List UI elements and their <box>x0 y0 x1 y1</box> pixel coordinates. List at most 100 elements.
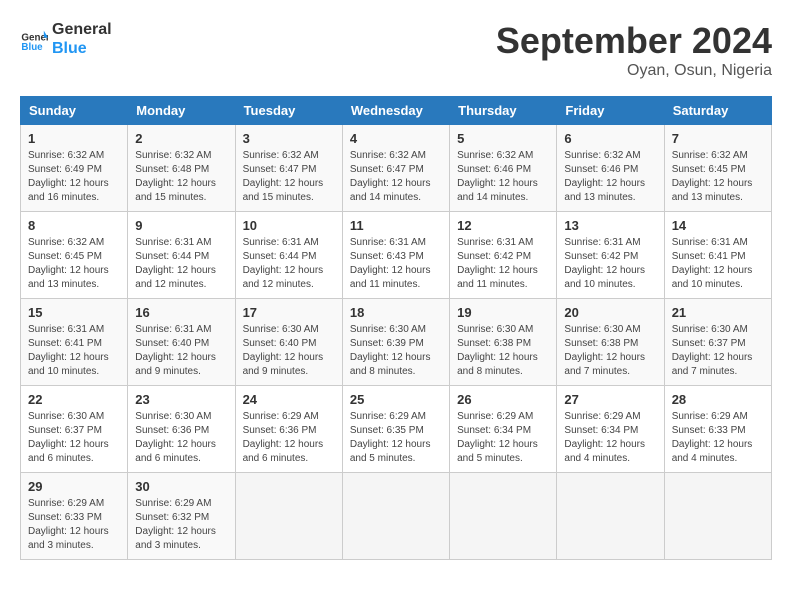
calendar-cell: 27 Sunrise: 6:29 AM Sunset: 6:34 PM Dayli… <box>557 386 664 473</box>
calendar-cell: 6Sunrise: 6:32 AM Sunset: 6:46 PM Daylig… <box>557 125 664 212</box>
day-number: 2 <box>135 131 227 146</box>
calendar-cell: 1 Sunrise: 6:32 AM Sunset: 6:49 PM Daylig… <box>21 125 128 212</box>
day-number: 30 <box>135 479 227 494</box>
day-number: 11 <box>350 218 442 233</box>
calendar-cell: 9 Sunrise: 6:31 AM Sunset: 6:44 PM Daylig… <box>128 212 235 299</box>
day-number: 26 <box>457 392 549 407</box>
day-info: Sunrise: 6:31 AM Sunset: 6:40 PM Dayligh… <box>135 323 227 379</box>
calendar-cell: 8Sunrise: 6:32 AM Sunset: 6:45 PM Daylig… <box>21 212 128 299</box>
day-info: Sunrise: 6:31 AM Sunset: 6:44 PM Dayligh… <box>243 236 335 292</box>
day-number: 8 <box>28 218 120 233</box>
calendar-cell: 19 Sunrise: 6:30 AM Sunset: 6:38 PM Dayli… <box>450 299 557 386</box>
day-number: 28 <box>672 392 764 407</box>
day-number: 9 <box>135 218 227 233</box>
day-number: 22 <box>28 392 120 407</box>
day-number: 4 <box>350 131 442 146</box>
day-header-saturday: Saturday <box>664 97 771 125</box>
day-info: Sunrise: 6:30 AM Sunset: 6:37 PM Dayligh… <box>28 410 120 466</box>
calendar-cell: 3 Sunrise: 6:32 AM Sunset: 6:47 PM Daylig… <box>235 125 342 212</box>
day-number: 17 <box>243 305 335 320</box>
day-number: 19 <box>457 305 549 320</box>
day-number: 23 <box>135 392 227 407</box>
calendar-cell: 20 Sunrise: 6:30 AM Sunset: 6:38 PM Dayli… <box>557 299 664 386</box>
calendar-cell: 22 Sunrise: 6:30 AM Sunset: 6:37 PM Dayli… <box>21 386 128 473</box>
calendar-cell: 26Sunrise: 6:29 AM Sunset: 6:34 PM Dayli… <box>450 386 557 473</box>
day-info: Sunrise: 6:29 AM Sunset: 6:35 PM Dayligh… <box>350 410 442 466</box>
day-info: Sunrise: 6:31 AM Sunset: 6:41 PM Dayligh… <box>672 236 764 292</box>
day-number: 16 <box>135 305 227 320</box>
day-number: 20 <box>564 305 656 320</box>
day-number: 1 <box>28 131 120 146</box>
calendar-cell: 13 Sunrise: 6:31 AM Sunset: 6:42 PM Dayli… <box>557 212 664 299</box>
day-number: 15 <box>28 305 120 320</box>
day-info: Sunrise: 6:31 AM Sunset: 6:42 PM Dayligh… <box>457 236 549 292</box>
day-number: 21 <box>672 305 764 320</box>
day-info: Sunrise: 6:30 AM Sunset: 6:38 PM Dayligh… <box>457 323 549 379</box>
day-info: Sunrise: 6:32 AM Sunset: 6:45 PM Dayligh… <box>672 149 764 205</box>
logo-icon: General Blue <box>20 25 48 53</box>
logo-line1: General <box>52 20 112 39</box>
day-info: Sunrise: 6:30 AM Sunset: 6:40 PM Dayligh… <box>243 323 335 379</box>
calendar-cell: 23 Sunrise: 6:30 AM Sunset: 6:36 PM Dayli… <box>128 386 235 473</box>
calendar-cell: 12 Sunrise: 6:31 AM Sunset: 6:42 PM Dayli… <box>450 212 557 299</box>
calendar-cell: 16 Sunrise: 6:31 AM Sunset: 6:40 PM Dayli… <box>128 299 235 386</box>
day-info: Sunrise: 6:31 AM Sunset: 6:41 PM Dayligh… <box>28 323 120 379</box>
day-number: 7 <box>672 131 764 146</box>
calendar-week-4: 22 Sunrise: 6:30 AM Sunset: 6:37 PM Dayli… <box>21 386 772 473</box>
calendar-cell: 14 Sunrise: 6:31 AM Sunset: 6:41 PM Dayli… <box>664 212 771 299</box>
day-info: Sunrise: 6:31 AM Sunset: 6:44 PM Dayligh… <box>135 236 227 292</box>
day-number: 14 <box>672 218 764 233</box>
day-header-wednesday: Wednesday <box>342 97 449 125</box>
day-number: 29 <box>28 479 120 494</box>
day-info: Sunrise: 6:32 AM Sunset: 6:49 PM Dayligh… <box>28 149 120 205</box>
calendar-cell: 18Sunrise: 6:30 AM Sunset: 6:39 PM Dayli… <box>342 299 449 386</box>
calendar-cell: 11 Sunrise: 6:31 AM Sunset: 6:43 PM Dayli… <box>342 212 449 299</box>
day-number: 6 <box>564 131 656 146</box>
calendar-cell: 25 Sunrise: 6:29 AM Sunset: 6:35 PM Dayli… <box>342 386 449 473</box>
day-number: 13 <box>564 218 656 233</box>
day-header-friday: Friday <box>557 97 664 125</box>
calendar-cell <box>342 473 449 560</box>
month-title: September 2024 <box>496 20 772 62</box>
day-info: Sunrise: 6:29 AM Sunset: 6:33 PM Dayligh… <box>28 497 120 553</box>
day-info: Sunrise: 6:32 AM Sunset: 6:47 PM Dayligh… <box>243 149 335 205</box>
calendar-cell <box>235 473 342 560</box>
calendar-week-5: 29 Sunrise: 6:29 AM Sunset: 6:33 PM Dayli… <box>21 473 772 560</box>
calendar-cell: 29 Sunrise: 6:29 AM Sunset: 6:33 PM Dayli… <box>21 473 128 560</box>
calendar-cell <box>557 473 664 560</box>
day-number: 10 <box>243 218 335 233</box>
calendar-table: SundayMondayTuesdayWednesdayThursdayFrid… <box>20 96 772 560</box>
logo: General Blue General Blue <box>20 20 112 58</box>
day-header-thursday: Thursday <box>450 97 557 125</box>
calendar-week-1: 1 Sunrise: 6:32 AM Sunset: 6:49 PM Daylig… <box>21 125 772 212</box>
calendar-cell: 21 Sunrise: 6:30 AM Sunset: 6:37 PM Dayli… <box>664 299 771 386</box>
day-info: Sunrise: 6:29 AM Sunset: 6:33 PM Dayligh… <box>672 410 764 466</box>
day-header-sunday: Sunday <box>21 97 128 125</box>
day-number: 27 <box>564 392 656 407</box>
logo-line2: Blue <box>52 39 112 58</box>
calendar-cell: 17 Sunrise: 6:30 AM Sunset: 6:40 PM Dayli… <box>235 299 342 386</box>
calendar-cell: 30Sunrise: 6:29 AM Sunset: 6:32 PM Dayli… <box>128 473 235 560</box>
day-header-tuesday: Tuesday <box>235 97 342 125</box>
calendar-cell: 28 Sunrise: 6:29 AM Sunset: 6:33 PM Dayli… <box>664 386 771 473</box>
title-block: September 2024 Oyan, Osun, Nigeria <box>496 20 772 80</box>
day-info: Sunrise: 6:30 AM Sunset: 6:36 PM Dayligh… <box>135 410 227 466</box>
calendar-cell: 5Sunrise: 6:32 AM Sunset: 6:46 PM Daylig… <box>450 125 557 212</box>
day-info: Sunrise: 6:32 AM Sunset: 6:47 PM Dayligh… <box>350 149 442 205</box>
location: Oyan, Osun, Nigeria <box>496 62 772 80</box>
calendar-cell: 10 Sunrise: 6:31 AM Sunset: 6:44 PM Dayli… <box>235 212 342 299</box>
day-info: Sunrise: 6:31 AM Sunset: 6:42 PM Dayligh… <box>564 236 656 292</box>
day-info: Sunrise: 6:29 AM Sunset: 6:36 PM Dayligh… <box>243 410 335 466</box>
day-number: 25 <box>350 392 442 407</box>
day-header-monday: Monday <box>128 97 235 125</box>
day-info: Sunrise: 6:30 AM Sunset: 6:37 PM Dayligh… <box>672 323 764 379</box>
calendar-cell <box>450 473 557 560</box>
day-info: Sunrise: 6:32 AM Sunset: 6:46 PM Dayligh… <box>457 149 549 205</box>
day-number: 3 <box>243 131 335 146</box>
day-info: Sunrise: 6:29 AM Sunset: 6:34 PM Dayligh… <box>564 410 656 466</box>
day-number: 24 <box>243 392 335 407</box>
day-info: Sunrise: 6:31 AM Sunset: 6:43 PM Dayligh… <box>350 236 442 292</box>
day-info: Sunrise: 6:30 AM Sunset: 6:38 PM Dayligh… <box>564 323 656 379</box>
calendar-cell: 7 Sunrise: 6:32 AM Sunset: 6:45 PM Daylig… <box>664 125 771 212</box>
day-number: 12 <box>457 218 549 233</box>
